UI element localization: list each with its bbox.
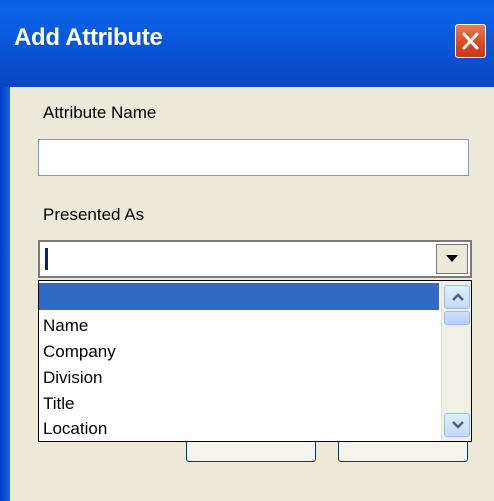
dialog-title: Add Attribute <box>14 24 163 51</box>
list-item-title[interactable]: Title <box>39 390 439 417</box>
list-item-division[interactable]: Division <box>39 364 439 391</box>
list-item-company[interactable]: Company <box>39 338 439 365</box>
add-attribute-dialog: Add Attribute Attribute Name Presented A… <box>0 0 494 501</box>
scroll-thumb[interactable] <box>444 311 470 325</box>
chevron-down-icon <box>452 421 464 429</box>
chevron-down-icon <box>446 255 458 262</box>
list-item-location[interactable]: Location <box>39 415 439 441</box>
close-button[interactable] <box>455 24 486 58</box>
list-scrollbar[interactable] <box>441 281 471 441</box>
close-icon <box>462 32 479 50</box>
attribute-name-label: Attribute Name <box>43 103 157 122</box>
chevron-up-icon <box>452 293 464 301</box>
title-bar[interactable]: Add Attribute <box>0 0 494 87</box>
dropdown-button[interactable] <box>436 244 468 274</box>
text-caret <box>45 248 48 270</box>
list-item-name[interactable]: Name <box>39 312 439 339</box>
presented-as-label: Presented As <box>43 205 145 224</box>
attribute-name-input[interactable] <box>38 139 469 176</box>
presented-as-combobox[interactable] <box>38 240 472 278</box>
window-frame <box>0 87 10 501</box>
scroll-down-button[interactable] <box>444 413 470 437</box>
presented-as-listbox[interactable]: Name Company Division Title Location <box>38 280 472 442</box>
list-item-blank[interactable] <box>39 283 439 310</box>
scroll-up-button[interactable] <box>444 285 470 309</box>
